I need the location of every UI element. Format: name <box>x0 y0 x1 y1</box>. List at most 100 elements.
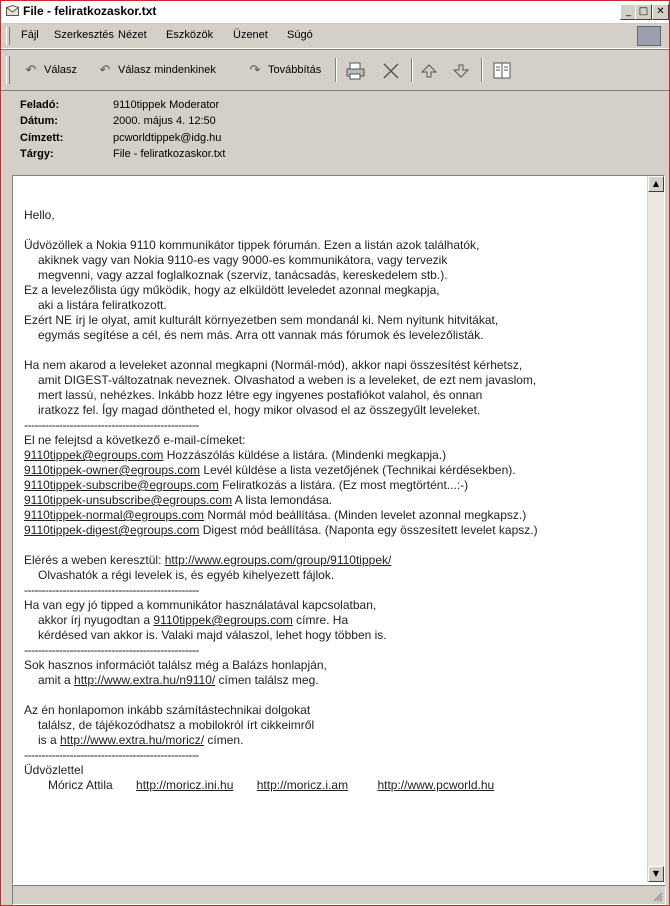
separator-line: ----------------------------------------… <box>24 583 199 597</box>
toolbar-separator <box>335 58 337 82</box>
toolbar-separator <box>411 58 413 82</box>
email-link[interactable]: 9110tippek@egroups.com <box>153 613 292 627</box>
intro-line: aki a listára feliratkozott. <box>38 298 167 312</box>
status-bar <box>12 885 666 905</box>
balazs-line: Sok hasznos információt találsz még a Ba… <box>24 658 327 672</box>
print-button[interactable] <box>345 62 367 80</box>
header-label: Dátum: <box>20 115 58 127</box>
close-button[interactable]: ✕ <box>652 4 669 20</box>
balazs-prefix: amit a <box>38 673 75 687</box>
tip-suffix: címre. Ha <box>292 613 349 627</box>
menu-file[interactable]: Fájl <box>21 29 39 41</box>
maximize-button[interactable]: □ <box>635 4 652 20</box>
toolbar: ↶ Válasz ↶ Válasz mindenkinek ↷ Továbbít… <box>1 49 669 91</box>
menu-edit[interactable]: Szerkesztés <box>54 29 114 41</box>
menu-message[interactable]: Üzenet <box>233 29 268 41</box>
tip-line: Ha van egy jó tipped a kommunikátor hasz… <box>24 598 377 612</box>
web-link[interactable]: http://www.extra.hu/moricz/ <box>60 733 204 747</box>
web-link[interactable]: http://www.extra.hu/n9110/ <box>74 673 215 687</box>
address-description: Hozzászólás küldése a listára. (Mindenki… <box>163 448 447 462</box>
menu-help[interactable]: Súgó <box>287 29 313 41</box>
address-description: Feliratkozás a listára. (Ez most megtört… <box>218 478 469 492</box>
menu-tools[interactable]: Eszközök <box>166 29 213 41</box>
digest-line: amit DIGEST-változatnak neveznek. Olvash… <box>38 373 537 387</box>
greeting: Hello, <box>24 208 55 222</box>
signature-link[interactable]: http://www.pcworld.hu <box>377 778 494 792</box>
separator-line: ----------------------------------------… <box>24 748 199 762</box>
web-note: Olvashatók a régi levelek is, és egyéb k… <box>38 568 335 582</box>
delete-icon <box>383 63 399 79</box>
scroll-up-button[interactable]: ▲ <box>648 176 664 192</box>
address-description: Levél küldése a lista vezetőjének (Techn… <box>200 463 516 477</box>
reply-all-label: Válasz mindenkinek <box>118 64 216 76</box>
reply-label: Válasz <box>44 64 78 76</box>
digest-line: mert lassú, nehézkes. Inkább hozz létre … <box>38 388 483 402</box>
reply-all-button[interactable]: ↶ Válasz mindenkinek <box>95 62 216 78</box>
menu-view[interactable]: Nézet <box>118 29 147 41</box>
separator-line: ----------------------------------------… <box>24 418 199 432</box>
menu-grip[interactable] <box>6 27 10 45</box>
reply-icon: ↶ <box>25 62 37 77</box>
balazs-suffix: címen találsz meg. <box>215 673 319 687</box>
address-description: Normál mód beállítása. (Minden levelet a… <box>204 508 527 522</box>
email-link[interactable]: 9110tippek-owner@egroups.com <box>24 463 200 477</box>
own-line: Az én honlapomon inkább számítástechnika… <box>24 703 311 717</box>
digest-line: Ha nem akarod a leveleket azonnal megkap… <box>24 358 523 372</box>
reply-all-icon: ↶ <box>99 62 111 77</box>
print-icon <box>346 62 365 80</box>
web-line: Elérés a weben keresztül: http://www.egr… <box>24 553 644 568</box>
email-link[interactable]: 9110tippek-digest@egroups.com <box>24 523 199 537</box>
previous-button[interactable] <box>419 62 439 80</box>
own-line: is a http://www.extra.hu/moricz/ címen. <box>24 733 644 748</box>
message-headers: Feladó: 9110tippek Moderator Dátum: 2000… <box>1 91 669 173</box>
signature-link[interactable]: http://moricz.ini.hu <box>136 778 233 792</box>
email-link[interactable]: 9110tippek-subscribe@egroups.com <box>24 478 219 492</box>
header-value: pcworldtippek@idg.hu <box>113 132 222 144</box>
forward-icon: ↷ <box>249 62 261 77</box>
address-description: Digest mód beállítása. (Naponta egy össz… <box>199 523 538 537</box>
address-book-icon <box>493 62 511 79</box>
address-line: 9110tippek-subscribe@egroups.com Felirat… <box>24 478 644 493</box>
delete-button[interactable] <box>381 62 401 80</box>
scroll-down-button[interactable]: ▼ <box>648 866 664 882</box>
closing: Üdvözlettel <box>24 763 84 777</box>
forward-button[interactable]: ↷ Továbbítás <box>245 62 322 78</box>
toolbar-grip[interactable] <box>6 56 10 84</box>
up-arrow-icon <box>420 64 438 78</box>
window-title: File - feliratkozaskor.txt <box>23 4 157 18</box>
app-logo <box>637 26 661 46</box>
signature-link[interactable]: http://moricz.i.am <box>257 778 348 792</box>
reply-button[interactable]: ↶ Válasz <box>21 62 77 78</box>
digest-line: iratkozz fel. Így magad döntheted el, ho… <box>38 403 481 417</box>
own-prefix: is a <box>38 733 61 747</box>
address-line: 9110tippek-unsubscribe@egroups.com A lis… <box>24 493 644 508</box>
address-description: A lista lemondása. <box>232 493 333 507</box>
tip-line: akkor írj nyugodtan a 9110tippek@egroups… <box>24 613 644 628</box>
menu-bar: Fájl Szerkesztés Nézet Eszközök Üzenet S… <box>1 24 669 49</box>
resize-grip-icon[interactable] <box>651 890 663 902</box>
message-body[interactable]: Hello, Üdvözöllek a Nokia 9110 kommuniká… <box>12 175 665 885</box>
intro-line: akiknek vagy van Nokia 9110-es vagy 9000… <box>38 253 448 267</box>
balazs-line: amit a http://www.extra.hu/n9110/ címen … <box>24 673 644 688</box>
title-bar: File - feliratkozaskor.txt _ □ ✕ <box>1 1 669 24</box>
vertical-scrollbar[interactable]: ▲ ▼ <box>647 176 664 882</box>
separator-line: ----------------------------------------… <box>24 643 199 657</box>
header-label: Feladó: <box>20 99 60 111</box>
address-line: 9110tippek-normal@egroups.com Normál mód… <box>24 508 644 523</box>
intro-line: Ezért NE írj le olyat, amit kulturált kö… <box>24 313 499 327</box>
email-link[interactable]: 9110tippek@egroups.com <box>24 448 163 462</box>
down-arrow-icon <box>452 64 470 78</box>
address-line: 9110tippek@egroups.com Hozzászólás küldé… <box>24 448 644 463</box>
email-link[interactable]: 9110tippek-normal@egroups.com <box>24 508 204 522</box>
web-prefix: Elérés a weben keresztül: <box>24 553 165 567</box>
web-link[interactable]: http://www.egroups.com/group/9110tippek/ <box>165 553 392 567</box>
signature-name: Móricz Attila <box>48 778 113 792</box>
own-line: találsz, de tájékozódhatsz a mobilokról … <box>38 718 315 732</box>
header-label: Tárgy: <box>20 148 54 160</box>
header-value: File - feliratkozaskor.txt <box>113 148 226 160</box>
next-button[interactable] <box>451 62 471 80</box>
email-window: File - feliratkozaskor.txt _ □ ✕ Fájl Sz… <box>0 0 670 906</box>
address-book-button[interactable] <box>491 62 513 80</box>
email-link[interactable]: 9110tippek-unsubscribe@egroups.com <box>24 493 232 507</box>
header-value: 9110tippek Moderator <box>113 99 220 111</box>
